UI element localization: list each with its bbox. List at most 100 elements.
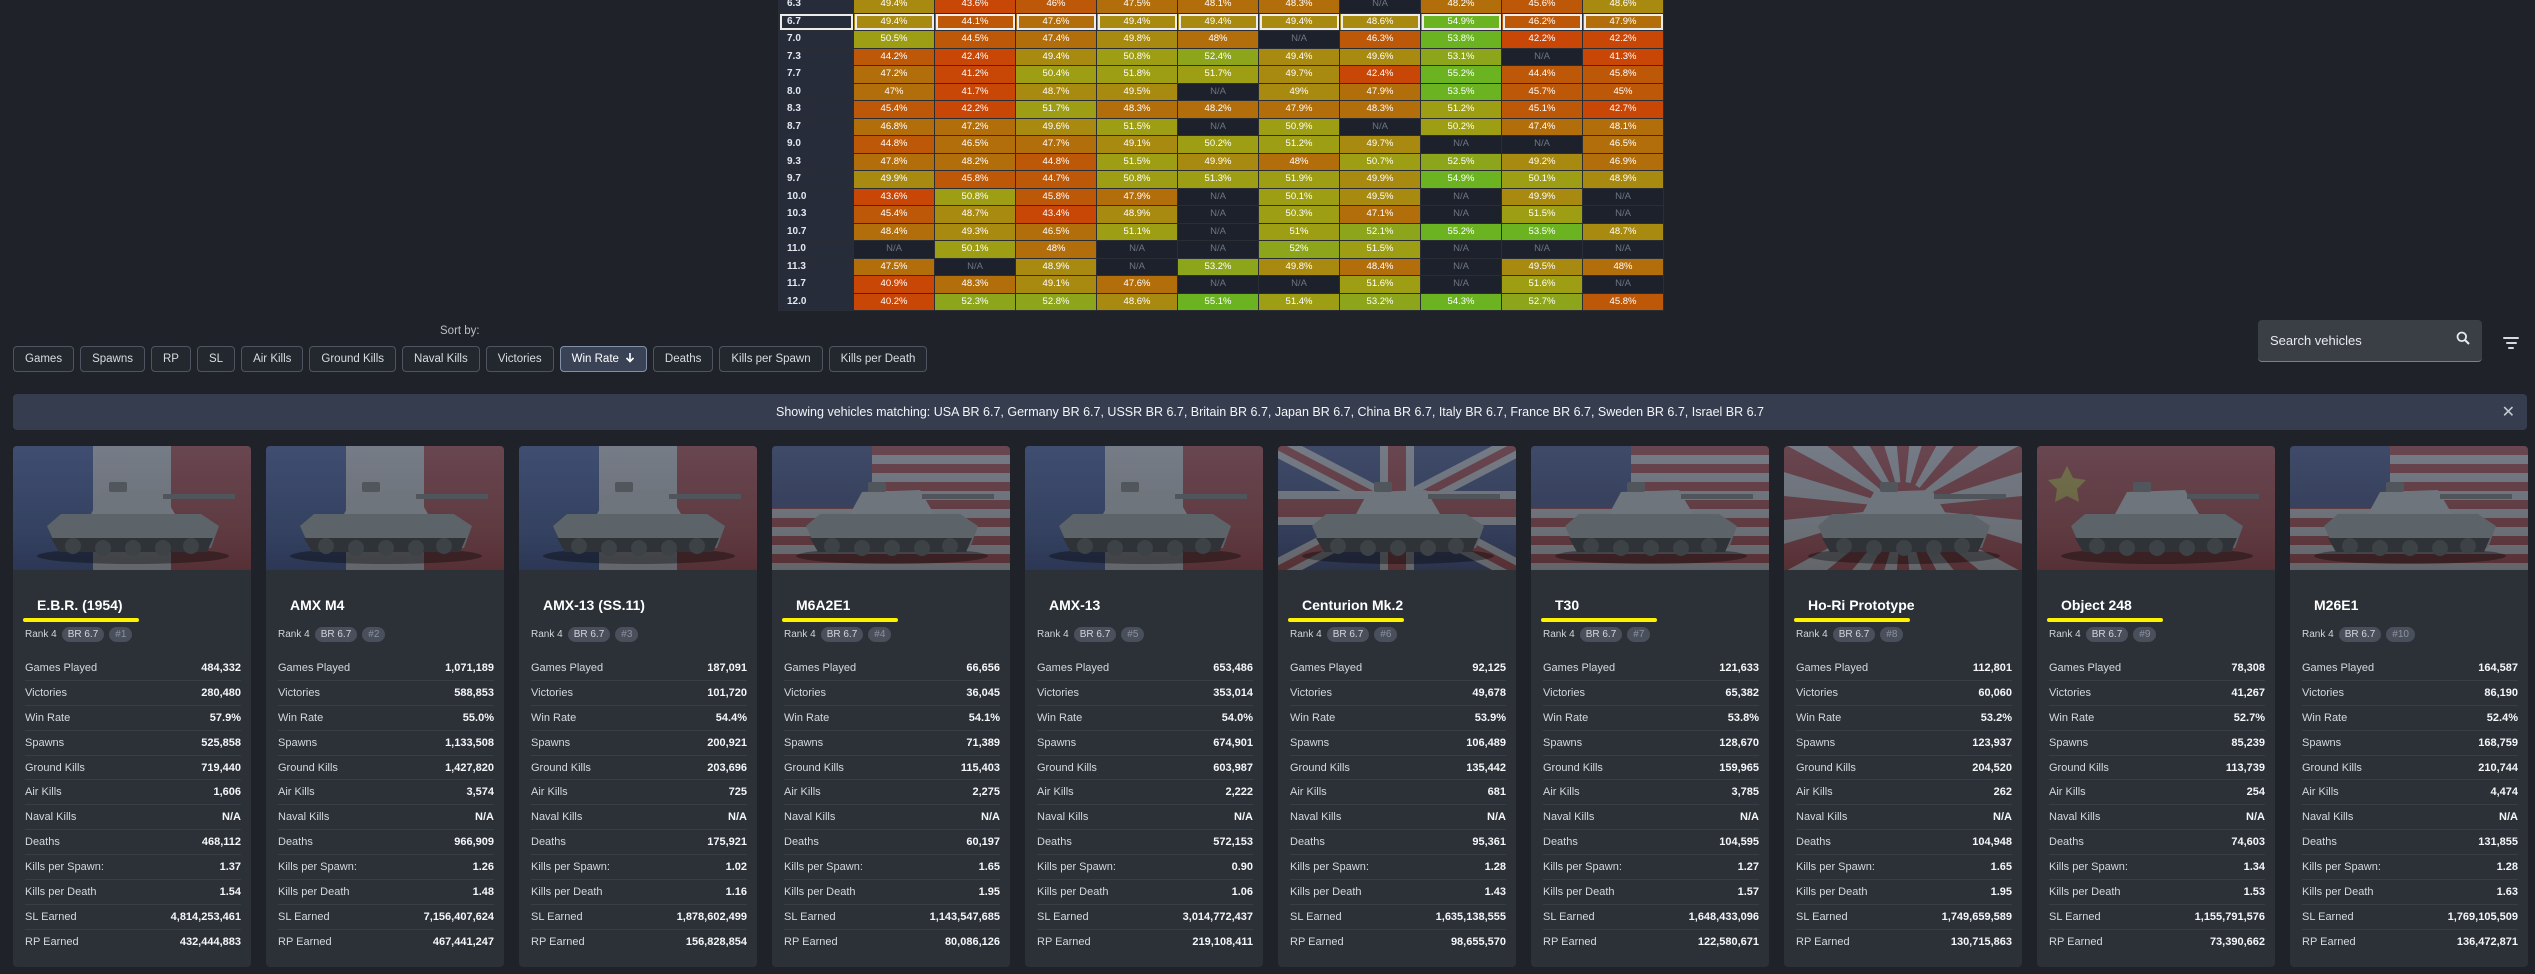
heatmap-cell[interactable]: 47.9% (1096, 187, 1178, 206)
heatmap-cell[interactable]: 49.9% (1177, 152, 1259, 171)
heatmap-row[interactable]: 8.7 46.8% 47.2% 49.6% 51.5% N/A 50.9% N/A 50.2% 4… (778, 117, 1664, 136)
heatmap-cell[interactable]: 50.1% (1501, 170, 1583, 189)
heatmap-cell[interactable]: 49.6% (1339, 47, 1421, 66)
heatmap-cell[interactable]: 50.3% (1258, 205, 1340, 224)
heatmap-cell[interactable]: N/A (1258, 275, 1340, 294)
heatmap-cell[interactable]: 49.4% (1015, 47, 1097, 66)
heatmap-cell[interactable]: 52.7% (1501, 292, 1583, 311)
sort-ground-kills-button[interactable]: Ground Kills (309, 346, 397, 372)
heatmap-row[interactable]: 6.7 49.4% 44.1% 47.6% 49.4% 49.4% 49.4% 48.6% 54… (778, 12, 1664, 31)
heatmap-cell[interactable]: 48% (1015, 240, 1097, 259)
sort-spawns-button[interactable]: Spawns (80, 346, 145, 372)
heatmap-cell[interactable]: 45.6% (1501, 0, 1583, 14)
heatmap-row[interactable]: 9.7 49.9% 45.8% 44.7% 50.8% 51.3% 51.9% 49.9% 54… (778, 170, 1664, 189)
sort-deaths-button[interactable]: Deaths (652, 346, 714, 372)
heatmap-cell[interactable]: N/A (1420, 275, 1502, 294)
heatmap-cell[interactable]: 47.1% (1339, 205, 1421, 224)
heatmap-cell[interactable]: 47.4% (1015, 30, 1097, 49)
heatmap-cell[interactable]: 46% (1015, 0, 1097, 14)
heatmap-cell[interactable]: 51.1% (1096, 222, 1178, 241)
heatmap-cell[interactable]: 51.7% (1177, 65, 1259, 84)
heatmap-cell[interactable]: 44.5% (934, 30, 1016, 49)
heatmap-cell[interactable]: 42.2% (1501, 30, 1583, 49)
heatmap-row[interactable]: 10.3 45.4% 48.7% 43.4% 48.9% N/A 50.3% 47.1% N/A… (778, 205, 1664, 224)
heatmap-cell[interactable]: N/A (1339, 0, 1421, 14)
heatmap-cell[interactable]: 51.4% (1258, 292, 1340, 311)
heatmap-cell[interactable]: 50.2% (1177, 135, 1259, 154)
heatmap-cell[interactable]: 44.8% (1015, 152, 1097, 171)
heatmap-cell[interactable]: 42.2% (934, 100, 1016, 119)
heatmap-cell[interactable]: 48.4% (853, 222, 935, 241)
heatmap-cell[interactable]: 49.4% (853, 0, 935, 14)
sort-rp-button[interactable]: RP (151, 346, 191, 372)
heatmap-cell[interactable]: 51.2% (1258, 135, 1340, 154)
heatmap-cell[interactable]: 46.5% (1582, 135, 1664, 154)
heatmap-cell[interactable]: N/A (1258, 30, 1340, 49)
heatmap-cell[interactable]: 42.2% (1582, 30, 1664, 49)
vehicle-card[interactable]: E.B.R. (1954) Rank 4 BR 6.7 #1 Games Played 4… (13, 446, 251, 967)
heatmap-cell[interactable]: 49.7% (1339, 135, 1421, 154)
heatmap-cell[interactable]: 50.5% (853, 30, 935, 49)
heatmap-cell[interactable]: 49.8% (1258, 257, 1340, 276)
heatmap-cell[interactable]: 53.2% (1177, 257, 1259, 276)
heatmap-cell[interactable]: 47.6% (1015, 12, 1097, 31)
heatmap-cell[interactable]: 49.5% (1339, 187, 1421, 206)
heatmap-cell[interactable]: N/A (1339, 117, 1421, 136)
heatmap-cell[interactable]: 48.3% (1096, 100, 1178, 119)
heatmap-cell[interactable]: 48.3% (1339, 100, 1421, 119)
heatmap-cell[interactable]: 51.8% (1096, 65, 1178, 84)
heatmap-cell[interactable]: N/A (1177, 222, 1259, 241)
heatmap-cell[interactable]: 48.7% (1582, 222, 1664, 241)
heatmap-cell[interactable]: 44.7% (1015, 170, 1097, 189)
heatmap-cell[interactable]: 41.7% (934, 82, 1016, 101)
sort-kills-per-death-button[interactable]: Kills per Death (828, 346, 928, 372)
heatmap-cell[interactable]: 50.8% (934, 187, 1016, 206)
heatmap-cell[interactable]: 49.4% (1258, 12, 1340, 31)
heatmap-cell[interactable]: 46.8% (853, 117, 935, 136)
heatmap-cell[interactable]: 48.1% (1177, 0, 1259, 14)
sort-win-rate-button[interactable]: Win Rate (559, 346, 647, 372)
heatmap-cell[interactable]: 47.2% (853, 65, 935, 84)
heatmap-cell[interactable]: 43.6% (853, 187, 935, 206)
heatmap-cell[interactable]: N/A (1582, 275, 1664, 294)
heatmap-row[interactable]: 7.7 47.2% 41.2% 50.4% 51.8% 51.7% 49.7% 42.4% 55… (778, 65, 1664, 84)
heatmap-cell[interactable]: 46.5% (934, 135, 1016, 154)
heatmap-cell[interactable]: N/A (1420, 135, 1502, 154)
heatmap-cell[interactable]: 48% (1258, 152, 1340, 171)
heatmap-cell[interactable]: 49.7% (1258, 65, 1340, 84)
heatmap-cell[interactable]: N/A (1582, 240, 1664, 259)
heatmap-cell[interactable]: 48.7% (1015, 82, 1097, 101)
sort-victories-button[interactable]: Victories (485, 346, 554, 372)
heatmap-cell[interactable]: 42.4% (934, 47, 1016, 66)
heatmap-cell[interactable]: 53.1% (1420, 47, 1502, 66)
heatmap-cell[interactable]: 46.5% (1015, 222, 1097, 241)
heatmap-cell[interactable]: 48.1% (1582, 117, 1664, 136)
sort-naval-kills-button[interactable]: Naval Kills (402, 346, 480, 372)
heatmap-cell[interactable]: 50.1% (934, 240, 1016, 259)
heatmap-cell[interactable]: 48% (1177, 30, 1259, 49)
heatmap-cell[interactable]: N/A (1177, 240, 1259, 259)
heatmap-cell[interactable]: 40.2% (853, 292, 935, 311)
heatmap-cell[interactable]: N/A (1501, 135, 1583, 154)
heatmap-row[interactable]: 11.3 47.5% N/A 48.9% N/A 53.2% 49.8% 48.4% N/A 49… (778, 257, 1664, 276)
heatmap-cell[interactable]: 48.2% (1420, 0, 1502, 14)
heatmap-cell[interactable]: 48% (1582, 257, 1664, 276)
heatmap-cell[interactable]: 50.1% (1258, 187, 1340, 206)
vehicle-card[interactable]: M6A2E1 Rank 4 BR 6.7 #4 Games Played 66,656 Vi… (772, 446, 1010, 967)
heatmap-cell[interactable]: N/A (1501, 240, 1583, 259)
heatmap-cell[interactable]: N/A (1177, 275, 1259, 294)
heatmap-row[interactable]: 12.0 40.2% 52.3% 52.8% 48.6% 55.1% 51.4% 53.2% 5… (778, 292, 1664, 311)
heatmap-cell[interactable]: 44.4% (1501, 65, 1583, 84)
heatmap-cell[interactable]: 48.9% (1096, 205, 1178, 224)
heatmap-cell[interactable]: 48.6% (1339, 12, 1421, 31)
heatmap-cell[interactable]: 48.9% (1582, 170, 1664, 189)
heatmap-cell[interactable]: 51% (1258, 222, 1340, 241)
heatmap-cell[interactable]: N/A (1420, 187, 1502, 206)
heatmap-cell[interactable]: 48.7% (934, 205, 1016, 224)
vehicle-card[interactable]: Object 248 Rank 4 BR 6.7 #9 Games Played 78,3… (2037, 446, 2275, 967)
heatmap-cell[interactable]: 44.8% (853, 135, 935, 154)
heatmap-cell[interactable]: 49.5% (1096, 82, 1178, 101)
close-icon[interactable]: ✕ (2502, 402, 2515, 422)
heatmap-cell[interactable]: 52.4% (1177, 47, 1259, 66)
heatmap-cell[interactable]: 45.4% (853, 100, 935, 119)
